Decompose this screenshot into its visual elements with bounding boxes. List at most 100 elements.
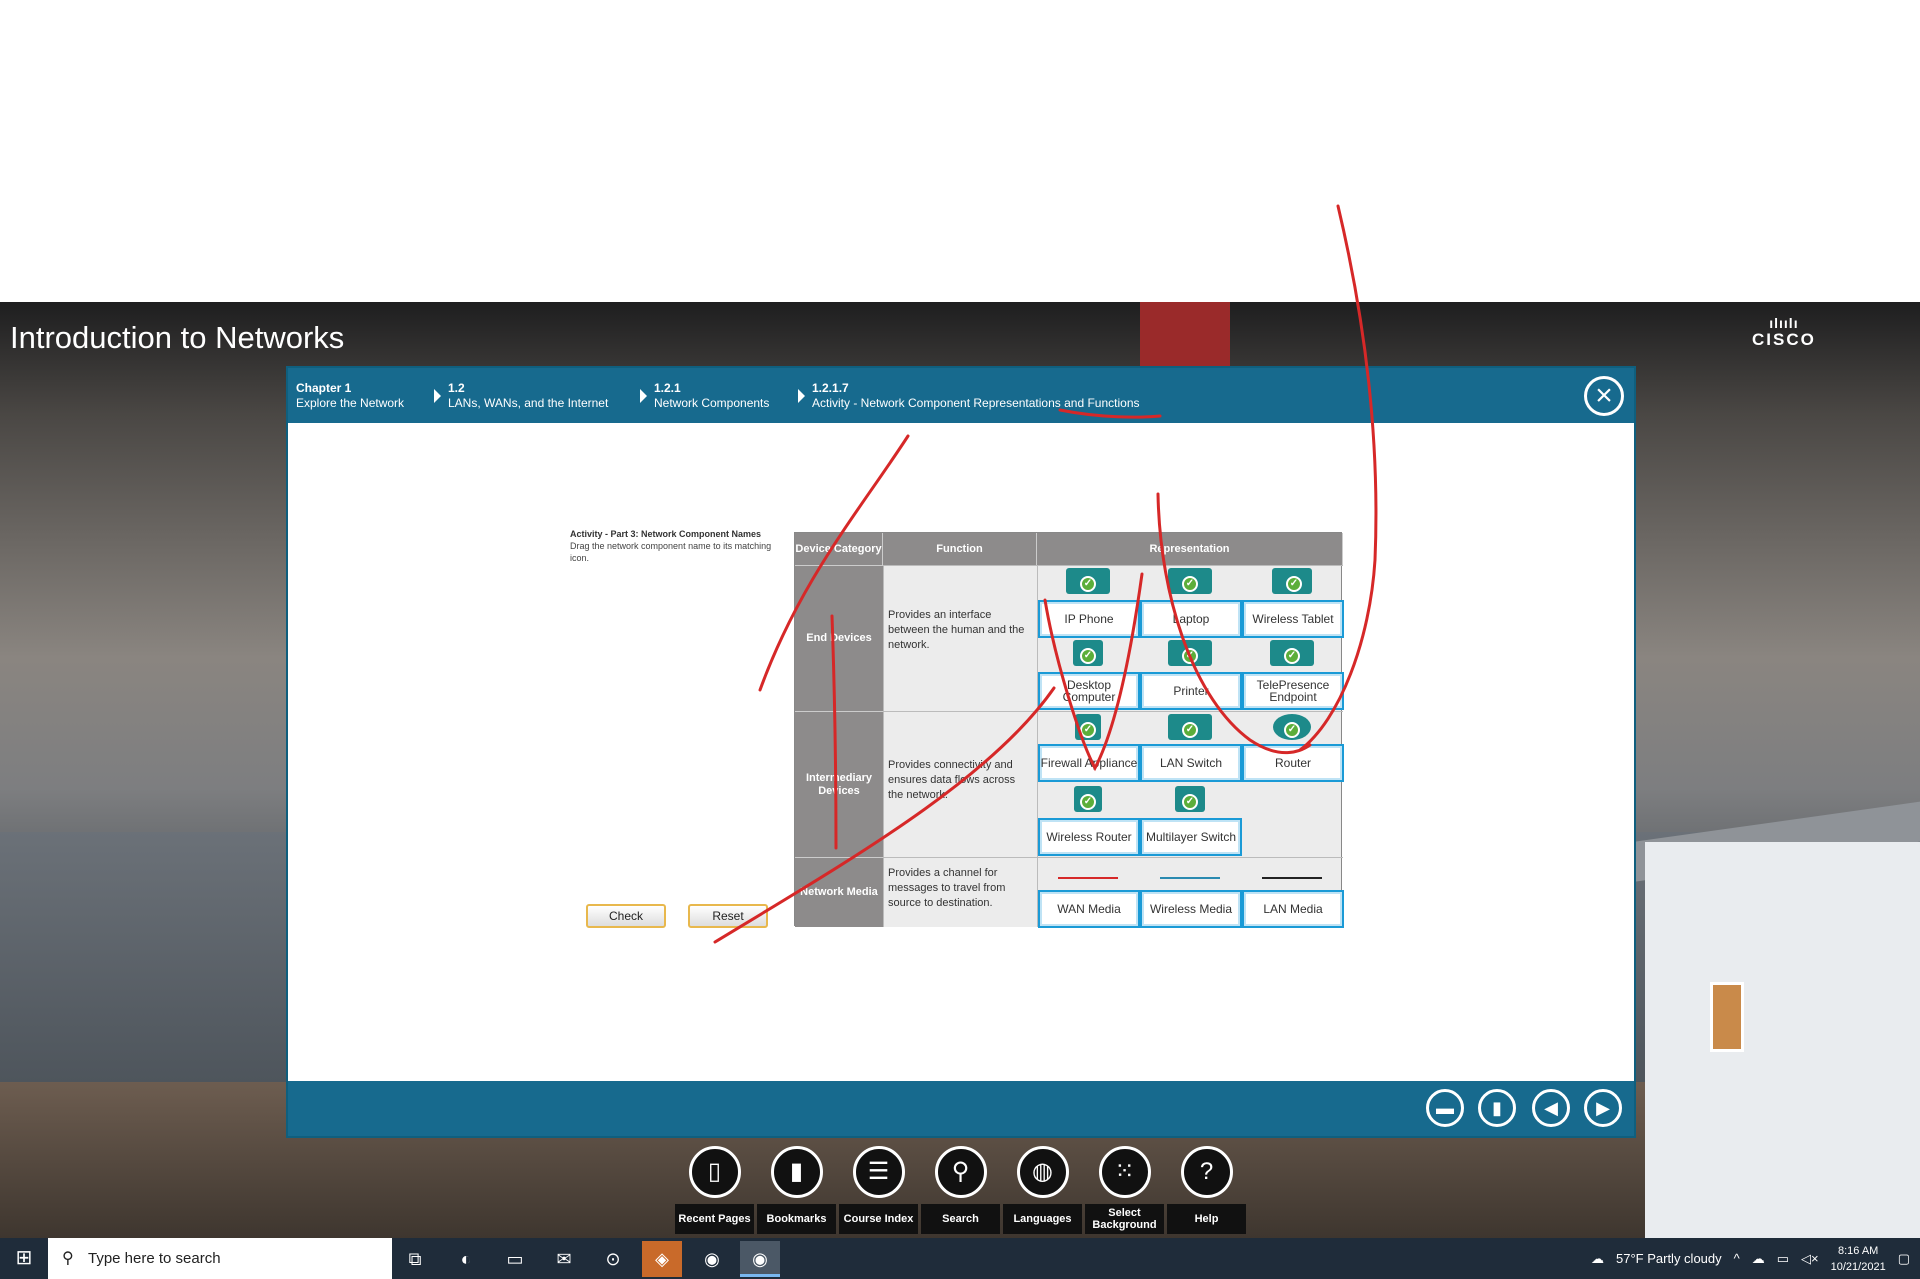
breadcrumb-item[interactable]: 1.2.1.7 Activity - Network Component Rep…: [812, 381, 1140, 411]
firewall-icon: ✓: [1038, 714, 1138, 745]
label-ip-phone[interactable]: IP Phone: [1038, 600, 1140, 638]
tool-label: Bookmarks: [757, 1204, 836, 1234]
function-network-media: Provides a channel for messages to trave…: [883, 857, 1037, 927]
help-button[interactable]: ? Help: [1167, 1142, 1246, 1236]
system-tray: ☁ 57°F Partly cloudy ^ ☁ ▭ ◁× 8:16 AM 10…: [1591, 1238, 1910, 1279]
chevron-up-icon[interactable]: ^: [1734, 1251, 1740, 1266]
header-representation: Representation: [1037, 533, 1343, 565]
languages-button[interactable]: ◍ Languages: [1003, 1142, 1082, 1236]
mail-icon[interactable]: ✉: [544, 1241, 584, 1277]
bookmark-icon: ▮: [770, 1146, 823, 1198]
breadcrumb-num: 1.2: [448, 381, 465, 395]
search-icon: ⚲: [934, 1146, 987, 1198]
representation-intermediary-devices: ✓ ✓ ✓ Firewall Appliance LAN Switch Rout…: [1037, 711, 1344, 857]
clock-time: 8:16 AM: [1837, 1244, 1879, 1257]
printer-icon: ✓: [1140, 640, 1240, 671]
label-telepresence-endpoint[interactable]: TelePresence Endpoint: [1242, 672, 1344, 710]
label-wireless-router[interactable]: Wireless Router: [1038, 818, 1140, 856]
select-background-button[interactable]: ⁙ Select Background: [1085, 1142, 1164, 1236]
previous-button[interactable]: ◀: [1532, 1089, 1570, 1127]
clock[interactable]: 8:16 AM 10/21/2021: [1831, 1243, 1886, 1275]
notification-icon[interactable]: ▢: [1898, 1251, 1910, 1267]
file-explorer-icon[interactable]: ▭: [495, 1241, 535, 1277]
start-button[interactable]: ⊞: [0, 1238, 48, 1279]
cisco-logo-bars: ılıılı: [1769, 315, 1799, 331]
function-intermediary-devices: Provides connectivity and ensures data f…: [883, 711, 1037, 857]
course-index-button[interactable]: ☰ Course Index: [839, 1142, 918, 1236]
weather-icon[interactable]: ☁: [1591, 1251, 1604, 1267]
chrome-active-icon[interactable]: ◉: [740, 1241, 780, 1277]
breadcrumb-item[interactable]: Chapter 1 Explore the Network: [296, 381, 404, 411]
activity-title: Activity - Part 3: Network Component Nam…: [570, 529, 762, 539]
cisco-logo: ılıılı CISCO: [1752, 316, 1816, 350]
grid-icon: ⁙: [1098, 1146, 1151, 1198]
tool-label: Select Background: [1085, 1204, 1164, 1234]
desktop-icon: ✓: [1038, 640, 1138, 671]
activity-instructions: Activity - Part 3: Network Component Nam…: [570, 528, 790, 564]
bookmark-button[interactable]: ▮: [1478, 1089, 1516, 1127]
bookmark-icon: ▮: [1492, 1098, 1502, 1118]
router-icon: ✓: [1242, 714, 1342, 745]
tool-label: Course Index: [839, 1204, 918, 1234]
windows-icon: ⊞: [15, 1247, 33, 1269]
label-wireless-media[interactable]: Wireless Media: [1140, 890, 1242, 928]
network-icon[interactable]: ▭: [1777, 1251, 1789, 1267]
label-firewall-appliance[interactable]: Firewall Appliance: [1038, 744, 1140, 782]
list-icon: ☰: [852, 1146, 905, 1198]
content-panel: Chapter 1 Explore the Network 1.2 LANs, …: [286, 366, 1636, 1138]
check-icon: ✓: [1182, 648, 1198, 664]
weather-text[interactable]: 57°F Partly cloudy: [1616, 1251, 1722, 1266]
bookmarks-button[interactable]: ▮ Bookmarks: [757, 1142, 836, 1236]
switch-icon: ✓: [1140, 714, 1240, 745]
close-button[interactable]: ×: [1584, 376, 1624, 416]
header-category: Device Category: [795, 533, 883, 565]
clock-date: 10/21/2021: [1830, 1260, 1886, 1273]
volume-icon[interactable]: ◁×: [1801, 1251, 1819, 1267]
check-icon: ✓: [1080, 722, 1096, 738]
telepresence-icon: ✓: [1242, 640, 1342, 671]
label-lan-switch[interactable]: LAN Switch: [1140, 744, 1242, 782]
comment-button[interactable]: ▬: [1426, 1089, 1464, 1127]
comment-icon: ▬: [1436, 1098, 1454, 1118]
app-icon[interactable]: ◈: [642, 1241, 682, 1277]
label-router[interactable]: Router: [1242, 744, 1344, 782]
breadcrumb-item[interactable]: 1.2.1 Network Components: [654, 381, 769, 411]
label-wireless-tablet[interactable]: Wireless Tablet: [1242, 600, 1344, 638]
activity-instruction-text: Drag the network component name to its m…: [570, 541, 772, 563]
onedrive-icon[interactable]: ☁: [1752, 1251, 1765, 1267]
security-icon[interactable]: ⊙: [593, 1241, 633, 1277]
taskbar-search[interactable]: ⚲ Type here to search: [48, 1238, 392, 1279]
tool-label: Recent Pages: [675, 1204, 754, 1234]
label-wan-media[interactable]: WAN Media: [1038, 890, 1140, 928]
label-laptop[interactable]: Laptop: [1140, 600, 1242, 638]
label-lan-media[interactable]: LAN Media: [1242, 890, 1344, 928]
search-icon: ⚲: [62, 1250, 74, 1267]
help-icon: ?: [1180, 1146, 1233, 1198]
check-button[interactable]: Check: [586, 904, 666, 928]
label-desktop-computer[interactable]: Desktop Computer: [1038, 672, 1140, 710]
house: [1645, 842, 1920, 1238]
recent-pages-button[interactable]: ▯ Recent Pages: [675, 1142, 754, 1236]
recent-pages-icon: ▯: [688, 1146, 741, 1198]
label-multilayer-switch[interactable]: Multilayer Switch: [1140, 818, 1242, 856]
multilayer-switch-icon: ✓: [1140, 786, 1240, 817]
bottom-toolbar: ▯ Recent Pages ▮ Bookmarks ☰ Course Index ⚲…: [675, 1142, 1246, 1236]
representation-network-media: WAN Media Wireless Media LAN Media: [1037, 857, 1344, 928]
wan-media-icon: [1058, 877, 1118, 879]
globe-icon: ◍: [1016, 1146, 1069, 1198]
chrome-icon[interactable]: ◉: [692, 1241, 732, 1277]
breadcrumb-item[interactable]: 1.2 LANs, WANs, and the Internet: [448, 381, 608, 411]
tool-label: Help: [1167, 1204, 1246, 1234]
task-view-icon[interactable]: ⧉: [395, 1241, 435, 1277]
reset-button[interactable]: Reset: [688, 904, 768, 928]
search-button[interactable]: ⚲ Search: [921, 1142, 1000, 1236]
label-printer[interactable]: Printer: [1140, 672, 1242, 710]
tool-label: Languages: [1003, 1204, 1082, 1234]
arrow-left-icon: ◀: [1544, 1098, 1558, 1118]
breadcrumb-num: 1.2.1: [654, 381, 681, 395]
close-icon: ×: [1595, 379, 1613, 412]
edge-icon[interactable]: ◐: [446, 1241, 486, 1277]
breadcrumb-label: Network Components: [654, 396, 770, 410]
next-button[interactable]: ▶: [1584, 1089, 1622, 1127]
category-end-devices: End Devices: [795, 565, 883, 711]
